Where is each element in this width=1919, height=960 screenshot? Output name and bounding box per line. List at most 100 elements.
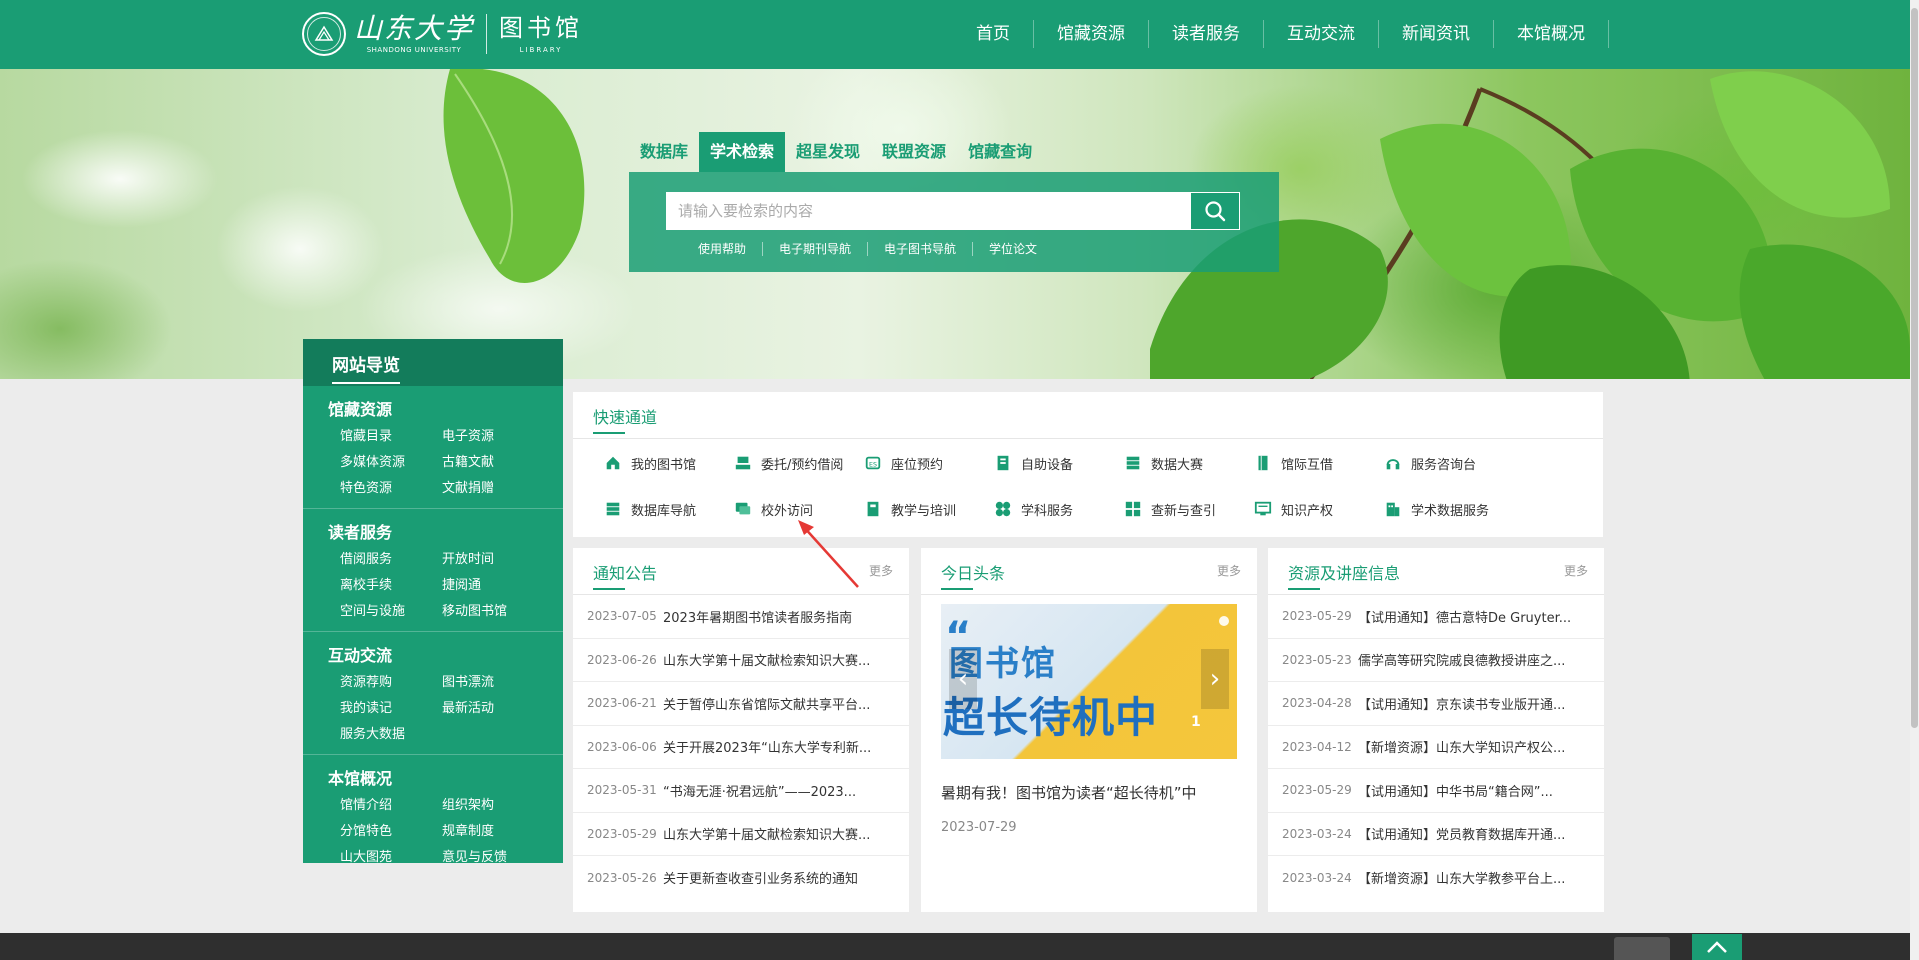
sidebar-item[interactable]: 图书漂流: [442, 670, 542, 696]
nav-interaction[interactable]: 互动交流: [1263, 20, 1378, 48]
sidebar-item[interactable]: 规章制度: [442, 819, 542, 845]
resources-title: 资源及讲座信息: [1288, 560, 1400, 590]
sidebar-group-title[interactable]: 互动交流: [328, 642, 563, 666]
quick-item[interactable]: 馆际互借: [1253, 450, 1383, 476]
link-ejournal-nav[interactable]: 电子期刊导航: [762, 242, 867, 256]
sidebar-item[interactable]: 馆藏目录: [340, 424, 442, 450]
headline-carousel-image[interactable]: “ 图书馆 超长待机中 ‹ › 1: [941, 604, 1237, 759]
news-row[interactable]: 2023-05-31 “书海无涯·祝君远航”——2023...: [573, 769, 909, 813]
sidebar-item[interactable]: 分馆特色: [340, 819, 442, 845]
news-row[interactable]: 2023-05-29 【试用通知】德古意特De Gruyter...: [1268, 595, 1604, 639]
news-row[interactable]: 2023-06-06 关于开展2023年“山东大学专利新...: [573, 726, 909, 769]
quick-item-label: 教学与培训: [891, 503, 957, 519]
news-row[interactable]: 2023-06-26 山东大学第十届文献检索知识大赛...: [573, 639, 909, 682]
carousel-next-button[interactable]: ›: [1201, 649, 1229, 709]
resources-panel: 资源及讲座信息 更多 2023-05-29 【试用通知】德古意特De Gruyte…: [1268, 548, 1604, 912]
tab-academic-search[interactable]: 学术检索: [699, 132, 786, 172]
quick-item[interactable]: 数据大赛: [1123, 450, 1253, 476]
link-ebook-nav[interactable]: 电子图书导航: [867, 242, 972, 256]
tab-chaoxing-discovery[interactable]: 超星发现: [785, 132, 871, 172]
sidebar-item[interactable]: 多媒体资源: [340, 450, 442, 476]
headline-news-title[interactable]: 暑期有我！图书馆为读者“超长待机”中: [941, 782, 1197, 803]
sidebar-item[interactable]: 最新活动: [442, 696, 542, 722]
svg-text:ES: ES: [869, 462, 877, 469]
sidebar-item[interactable]: 捷阅通: [442, 573, 542, 599]
quick-item[interactable]: 知识产权: [1253, 496, 1383, 522]
quick-item[interactable]: 学术数据服务: [1383, 496, 1513, 522]
quick-item-label: 学术数据服务: [1411, 503, 1490, 519]
search-input[interactable]: [666, 192, 1190, 230]
link-thesis[interactable]: 学位论文: [972, 242, 1053, 256]
sidebar-item[interactable]: 文献捐赠: [442, 476, 542, 502]
link-help[interactable]: 使用帮助: [666, 242, 762, 256]
main-nav: 首页 馆藏资源 读者服务 互动交流 新闻资讯 本馆概况: [953, 20, 1609, 48]
sidebar-item[interactable]: 意见与反馈: [442, 845, 542, 871]
news-row[interactable]: 2023-07-05 2023年暑期图书馆读者服务指南: [573, 595, 909, 639]
tab-alliance-resources[interactable]: 联盟资源: [871, 132, 957, 172]
news-row[interactable]: 2023-05-29 【试用通知】中华书局“籍合网”...: [1268, 769, 1604, 813]
sidebar-item[interactable]: 特色资源: [340, 476, 442, 502]
sidebar-item[interactable]: 我的读记: [340, 696, 442, 722]
news-row[interactable]: 2023-04-28 【试用通知】京东读书专业版开通...: [1268, 682, 1604, 726]
quick-item[interactable]: 教学与培训: [863, 496, 993, 522]
news-title: 山东大学第十届文献检索知识大赛...: [663, 654, 871, 670]
sidebar-item[interactable]: 馆情介绍: [340, 793, 442, 819]
quick-item[interactable]: 自助设备: [993, 450, 1123, 476]
sidebar-item[interactable]: 组织架构: [442, 793, 542, 819]
nav-collections[interactable]: 馆藏资源: [1033, 20, 1148, 48]
search-button[interactable]: [1190, 192, 1240, 230]
sidebar-item[interactable]: 资源荐购: [340, 670, 442, 696]
notices-more-link[interactable]: 更多: [869, 562, 893, 579]
quick-item[interactable]: ES 座位预约: [863, 450, 993, 476]
tab-catalog-search[interactable]: 馆藏查询: [957, 132, 1043, 172]
quick-item-label: 委托/预约借阅: [761, 457, 844, 473]
back-to-top-button[interactable]: [1692, 934, 1742, 960]
news-row[interactable]: 2023-06-21 关于暂停山东省馆际文献共享平台...: [573, 682, 909, 726]
quick-item[interactable]: 我的图书馆: [603, 450, 733, 476]
sidebar-item[interactable]: 服务大数据: [340, 722, 442, 748]
sidebar-item[interactable]: 离校手续: [340, 573, 442, 599]
quick-item[interactable]: 数据库导航: [603, 496, 733, 522]
building-icon: [1383, 499, 1403, 519]
vertical-scrollbar[interactable]: [1910, 0, 1919, 960]
sidebar-group-title[interactable]: 本馆概况: [328, 765, 563, 789]
nav-about[interactable]: 本馆概况: [1493, 20, 1609, 48]
tab-database[interactable]: 数据库: [629, 132, 699, 172]
quick-channels-grid: 我的图书馆 委托/预约借阅 ES 座位预约 自助设备 数据大赛 馆际互借 服务咨询台数据库导航…: [603, 450, 1513, 522]
sidebar-item[interactable]: 开放时间: [442, 547, 542, 573]
nav-home[interactable]: 首页: [953, 20, 1033, 48]
nav-news[interactable]: 新闻资讯: [1378, 20, 1493, 48]
quick-item[interactable]: 服务咨询台: [1383, 450, 1513, 476]
quick-item[interactable]: 委托/预约借阅: [733, 450, 863, 476]
sidebar-item[interactable]: 山大图苑: [340, 845, 442, 871]
scrollbar-thumb[interactable]: [1911, 8, 1918, 728]
monitor-icon: [1253, 499, 1273, 519]
sidebar-item[interactable]: 借阅服务: [340, 547, 442, 573]
sidebar-item[interactable]: 电子资源: [442, 424, 542, 450]
resources-more-link[interactable]: 更多: [1564, 562, 1588, 579]
headline-more-link[interactable]: 更多: [1217, 562, 1241, 579]
news-row[interactable]: 2023-05-29 山东大学第十届文献检索知识大赛...: [573, 813, 909, 856]
stamp-icon: [733, 453, 753, 473]
carousel-prev-button[interactable]: ‹: [949, 649, 977, 709]
seat-icon: ES: [863, 453, 883, 473]
sidebar-group-title[interactable]: 读者服务: [328, 519, 563, 543]
library-logo[interactable]: 山东大学 SHANDONG UNIVERSITY 图书馆 LIBRARY: [302, 10, 583, 58]
news-row[interactable]: 2023-03-24 【试用通知】党员教育数据库开通...: [1268, 813, 1604, 856]
news-row[interactable]: 2023-05-23 儒学高等研究院戚良德教授讲座之...: [1268, 639, 1604, 682]
sidebar-item[interactable]: 移动图书馆: [442, 599, 542, 625]
sidebar-item[interactable]: 空间与设施: [340, 599, 442, 625]
resources-list: 2023-05-29 【试用通知】德古意特De Gruyter... 2023-05…: [1268, 595, 1604, 900]
news-row[interactable]: 2023-05-26 关于更新查收查引业务系统的通知: [573, 856, 909, 900]
nav-reader-services[interactable]: 读者服务: [1148, 20, 1263, 48]
news-row[interactable]: 2023-03-24 【新增资源】山东大学教参平台上...: [1268, 856, 1604, 900]
sidebar-group-interaction: 互动交流 资源荐购 图书漂流 我的读记 最新活动 服务大数据: [303, 631, 563, 754]
news-row[interactable]: 2023-04-12 【新增资源】山东大学知识产权公...: [1268, 726, 1604, 769]
quick-item[interactable]: 学科服务: [993, 496, 1123, 522]
sidebar-item[interactable]: 古籍文献: [442, 450, 542, 476]
quick-item[interactable]: 查新与查引: [1123, 496, 1253, 522]
chat-icon: [733, 499, 753, 519]
sidebar-group-title[interactable]: 馆藏资源: [328, 396, 563, 420]
carousel-indicator-dot[interactable]: [1219, 616, 1229, 626]
sidebar-group-reader-services: 读者服务 借阅服务 开放时间 离校手续 捷阅通 空间与设施 移动图书馆: [303, 508, 563, 631]
